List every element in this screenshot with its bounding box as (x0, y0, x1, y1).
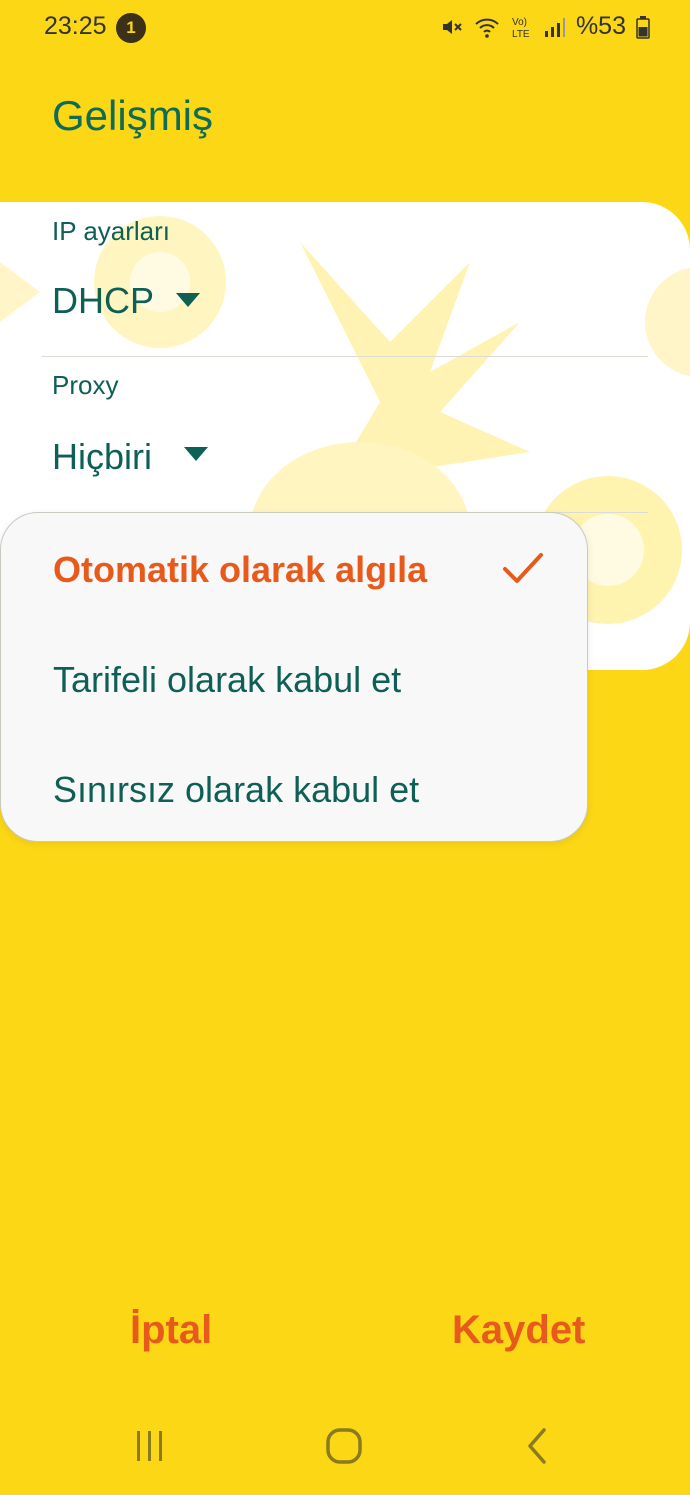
home-icon[interactable] (324, 1426, 364, 1471)
cancel-button[interactable]: İptal (130, 1308, 212, 1353)
signal-icon (544, 16, 566, 38)
dropdown-caret-icon (176, 293, 200, 307)
menu-option-label: Sınırsız olarak kabul et (53, 769, 420, 810)
status-bar: 23:25 1 Vo) LTE %53 (0, 0, 690, 56)
volte-icon: Vo) LTE (510, 14, 534, 40)
save-button[interactable]: Kaydet (452, 1308, 585, 1353)
status-time: 23:25 (44, 12, 107, 40)
back-icon[interactable] (518, 1426, 558, 1471)
wifi-icon (474, 15, 500, 39)
notification-count-badge: 1 (116, 13, 146, 43)
proxy-value: Hiçbiri (52, 436, 153, 477)
status-icons: Vo) LTE %53 (440, 12, 650, 41)
ip-settings-label: IP ayarları (52, 216, 171, 246)
ip-settings-value: DHCP (52, 280, 155, 321)
battery-percent: %53 (575, 12, 626, 40)
battery-icon (636, 15, 650, 39)
navigation-bar (0, 1400, 690, 1495)
svg-text:LTE: LTE (512, 29, 530, 40)
checkmark-icon (501, 549, 545, 594)
page-title: Gelişmiş (52, 92, 214, 139)
metered-network-menu: Otomatik olarak algıla Tarifeli olarak k… (0, 512, 588, 842)
proxy-label: Proxy (52, 370, 119, 400)
svg-text:Vo): Vo) (512, 17, 527, 28)
mute-icon (440, 15, 464, 39)
recent-apps-icon[interactable] (130, 1426, 170, 1471)
dropdown-caret-icon (184, 447, 208, 461)
menu-option-label: Tarifeli olarak kabul et (53, 659, 402, 700)
menu-option-label: Otomatik olarak algıla (53, 549, 428, 590)
divider (42, 356, 648, 357)
